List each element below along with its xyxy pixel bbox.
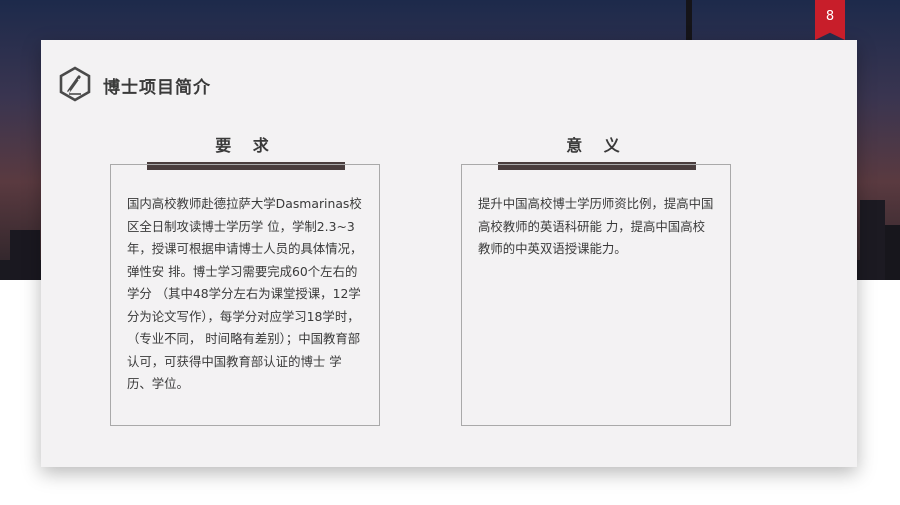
tower-silhouette [686,0,692,40]
content-card: 博士项目简介 要 求 国内高校教师赴德拉萨大学Dasmarinas校区全日制攻读… [41,40,857,467]
section-body: 国内高校教师赴德拉萨大学Dasmarinas校区全日制攻读博士学历学 位，学制2… [110,164,380,426]
requirements-section: 要 求 国内高校教师赴德拉萨大学Dasmarinas校区全日制攻读博士学历学 位… [110,134,382,426]
section-heading: 要 求 [215,136,277,155]
section-heading: 意 义 [566,136,628,155]
page-number: 8 [825,9,835,24]
page-title: 博士项目简介 [103,78,211,98]
section-body: 提升中国高校博士学历师资比例，提高中国高校教师的英语科研能 力，提高中国高校教师… [461,164,731,426]
significance-section: 意 义 提升中国高校博士学历师资比例，提高中国高校教师的英语科研能 力，提高中国… [461,134,733,426]
hexagon-pencil-icon [57,66,93,102]
